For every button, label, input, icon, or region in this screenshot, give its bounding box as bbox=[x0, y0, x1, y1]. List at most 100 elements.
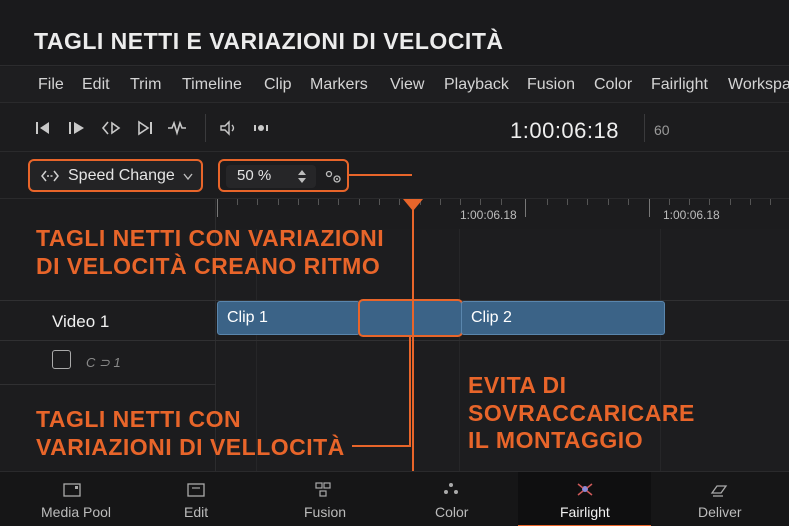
ruler-tick bbox=[628, 199, 629, 205]
menu-markers[interactable]: Markers bbox=[310, 76, 368, 94]
audio-track-icon[interactable] bbox=[52, 350, 71, 369]
menu-edit[interactable]: Edit bbox=[82, 76, 110, 94]
callout-line: EVITA DI bbox=[468, 372, 567, 398]
ruler-timecode: 1:00:06.18 bbox=[663, 208, 720, 222]
ruler-tick bbox=[318, 199, 319, 205]
ruler-tick bbox=[460, 199, 461, 205]
ruler-tick bbox=[689, 199, 690, 205]
timecode-display: 1:00:06:18 bbox=[510, 118, 619, 143]
track-label-audio: C ⊃ 1 bbox=[86, 355, 121, 370]
clip-1[interactable]: Clip 1 bbox=[217, 301, 360, 335]
ruler-tick bbox=[608, 199, 609, 205]
menu-trim[interactable]: Trim bbox=[130, 76, 161, 94]
callout-line: TAGLI NETTI CON bbox=[36, 406, 242, 432]
title-bar: TAGLI NETTI E VARIAZIONI DI VELOCITÀ bbox=[0, 0, 789, 66]
play-pause-icon[interactable] bbox=[66, 118, 88, 138]
ruler-tick bbox=[480, 199, 481, 205]
media-pool-icon bbox=[62, 481, 82, 498]
menu-color[interactable]: Color bbox=[594, 76, 632, 94]
menu-timeline[interactable]: Timeline bbox=[182, 76, 242, 94]
page-tab-fusion[interactable]: Fusion bbox=[247, 472, 400, 526]
ruler-tick bbox=[750, 199, 751, 205]
ruler-tick bbox=[237, 199, 238, 205]
callout-connector bbox=[409, 337, 411, 447]
ruler-tick bbox=[501, 199, 502, 205]
callout-line: DI VELOCITÀ CREANO RITMO bbox=[36, 252, 381, 279]
clip-label: Clip 2 bbox=[471, 309, 512, 326]
page-tab-media-pool[interactable]: Media Pool bbox=[0, 472, 147, 526]
fairlight-icon bbox=[575, 481, 595, 498]
speed-percent-group: 50 % bbox=[218, 159, 349, 192]
page-title: TAGLI NETTI E VARIAZIONI DI VELOCITÀ bbox=[34, 28, 504, 54]
page-tab-label: Color bbox=[435, 504, 469, 520]
ruler-tick bbox=[298, 199, 299, 205]
ruler-tick bbox=[379, 199, 380, 205]
speed-mode-dropdown[interactable]: Speed Change bbox=[28, 159, 203, 192]
callout-line: SOVRACCARICARE bbox=[468, 399, 695, 426]
edit-icon bbox=[186, 481, 206, 498]
clip-2[interactable]: Clip 2 bbox=[461, 301, 665, 335]
menu-fairlight[interactable]: Fairlight bbox=[651, 76, 708, 94]
fps-display: 60 bbox=[654, 122, 670, 138]
chevron-down-icon bbox=[182, 169, 194, 181]
link-icon[interactable] bbox=[325, 170, 343, 184]
page-tab-deliver[interactable]: Deliver bbox=[651, 472, 789, 526]
callout-line: VARIAZIONI DI VELLOCITÀ bbox=[36, 433, 345, 460]
go-to-start-icon[interactable] bbox=[32, 118, 54, 138]
ruler-tick bbox=[399, 199, 400, 205]
fusion-icon bbox=[313, 481, 333, 498]
menu-bar: File Edit Trim Timeline Clip Markers Vie… bbox=[0, 67, 789, 103]
page-tab-color[interactable]: Color bbox=[400, 472, 518, 526]
ruler-tick bbox=[567, 199, 568, 205]
toolbar-divider bbox=[644, 114, 645, 142]
go-to-end-icon[interactable] bbox=[134, 118, 156, 138]
page-tab-label: Fairlight bbox=[560, 504, 610, 520]
speed-controls-bar: Speed Change 50 % bbox=[0, 153, 789, 199]
ruler-timecode: 1:00:06.18 bbox=[460, 208, 517, 222]
speed-percent-field[interactable]: 50 % bbox=[226, 165, 316, 188]
menu-workspace[interactable]: Workspa bbox=[728, 76, 789, 94]
ruler-tick bbox=[257, 199, 258, 205]
menu-fusion[interactable]: Fusion bbox=[527, 76, 575, 94]
speed-percent-value: 50 % bbox=[237, 167, 272, 184]
speed-change-icon bbox=[40, 169, 60, 183]
callout-top: TAGLI NETTI CON VARIAZIONI DI VELOCITÀ C… bbox=[36, 225, 384, 280]
callout-line: IL MONTAGGIO bbox=[468, 427, 644, 454]
ruler-tick bbox=[359, 199, 360, 205]
color-icon bbox=[441, 481, 461, 498]
page-tab-label: Media Pool bbox=[41, 504, 112, 520]
page-tab-label: Deliver bbox=[698, 504, 742, 520]
audio-scrub-icon[interactable] bbox=[250, 118, 272, 138]
speed-change-segment[interactable] bbox=[358, 299, 463, 337]
ruler-tick bbox=[770, 199, 771, 205]
page-tab-label: Edit bbox=[184, 504, 209, 520]
ruler-tick bbox=[338, 199, 339, 205]
snap-icon[interactable] bbox=[166, 118, 188, 138]
playhead-handle[interactable] bbox=[403, 199, 423, 211]
page-tab-fairlight[interactable]: Fairlight bbox=[518, 472, 651, 526]
track-label-video-1: Video 1 bbox=[52, 312, 110, 331]
audio-volume-icon[interactable] bbox=[218, 118, 240, 138]
toolbar-divider bbox=[205, 114, 206, 142]
deliver-icon bbox=[709, 481, 729, 498]
playhead[interactable] bbox=[412, 199, 414, 471]
ruler-tick bbox=[730, 199, 731, 205]
track-divider bbox=[0, 340, 789, 341]
page-tab-label: Fusion bbox=[304, 504, 347, 520]
menu-playback[interactable]: Playback bbox=[444, 76, 509, 94]
clip-label: Clip 1 bbox=[227, 309, 268, 326]
callout-connector bbox=[352, 445, 411, 447]
ruler-tick bbox=[649, 199, 650, 217]
callout-connector bbox=[349, 174, 412, 176]
step-frame-icon[interactable] bbox=[100, 118, 122, 138]
page-tab-edit[interactable]: Edit bbox=[147, 472, 247, 526]
spinner-arrows-icon[interactable] bbox=[298, 170, 306, 183]
ruler-tick bbox=[440, 199, 441, 205]
track-divider bbox=[0, 384, 216, 385]
callout-bottom-right: EVITA DI SOVRACCARICARE IL MONTAGGIO bbox=[468, 372, 695, 455]
menu-view[interactable]: View bbox=[390, 76, 424, 94]
ruler-tick bbox=[217, 199, 218, 217]
menu-file[interactable]: File bbox=[38, 76, 64, 94]
menu-clip[interactable]: Clip bbox=[264, 76, 292, 94]
transport-toolbar: 1:00:06:18 60 bbox=[0, 104, 789, 152]
